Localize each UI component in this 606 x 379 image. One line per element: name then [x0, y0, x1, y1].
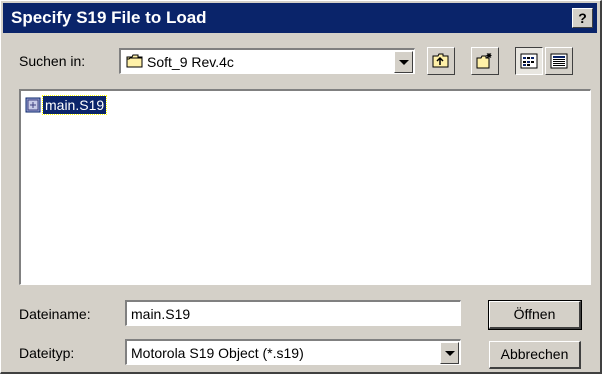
look-in-combo[interactable]: Soft_9 Rev.4c	[119, 48, 415, 74]
file-open-dialog: Specify S19 File to Load ? Suchen in: So…	[0, 0, 602, 374]
chevron-down-icon	[399, 60, 409, 65]
up-one-level-button[interactable]	[427, 47, 455, 75]
file-list[interactable]: main.S19	[19, 89, 591, 285]
dialog-title: Specify S19 File to Load	[11, 8, 207, 27]
folder-icon	[126, 54, 144, 74]
filename-label: Dateiname:	[19, 306, 91, 322]
look-in-label: Suchen in:	[19, 53, 86, 69]
title-bar[interactable]: Specify S19 File to Load ?	[3, 3, 597, 33]
filetype-label: Dateityp:	[19, 345, 75, 361]
open-button[interactable]: Öffnen	[488, 300, 582, 330]
filetype-value: Motorola S19 Object (*.s19)	[131, 345, 304, 361]
look-in-dropdown-button[interactable]	[394, 51, 413, 73]
chevron-down-icon	[445, 351, 455, 356]
file-name: main.S19	[41, 95, 108, 115]
help-button[interactable]: ?	[572, 8, 593, 28]
new-folder-button[interactable]	[471, 47, 499, 75]
look-in-value: Soft_9 Rev.4c	[147, 54, 234, 70]
cancel-button[interactable]: Abbrechen	[489, 341, 581, 369]
details-view-button[interactable]	[545, 47, 573, 75]
list-view-button[interactable]	[515, 47, 543, 75]
filetype-dropdown-button[interactable]	[440, 342, 459, 364]
filename-input[interactable]	[125, 300, 461, 326]
filetype-combo[interactable]: Motorola S19 Object (*.s19)	[125, 339, 461, 365]
